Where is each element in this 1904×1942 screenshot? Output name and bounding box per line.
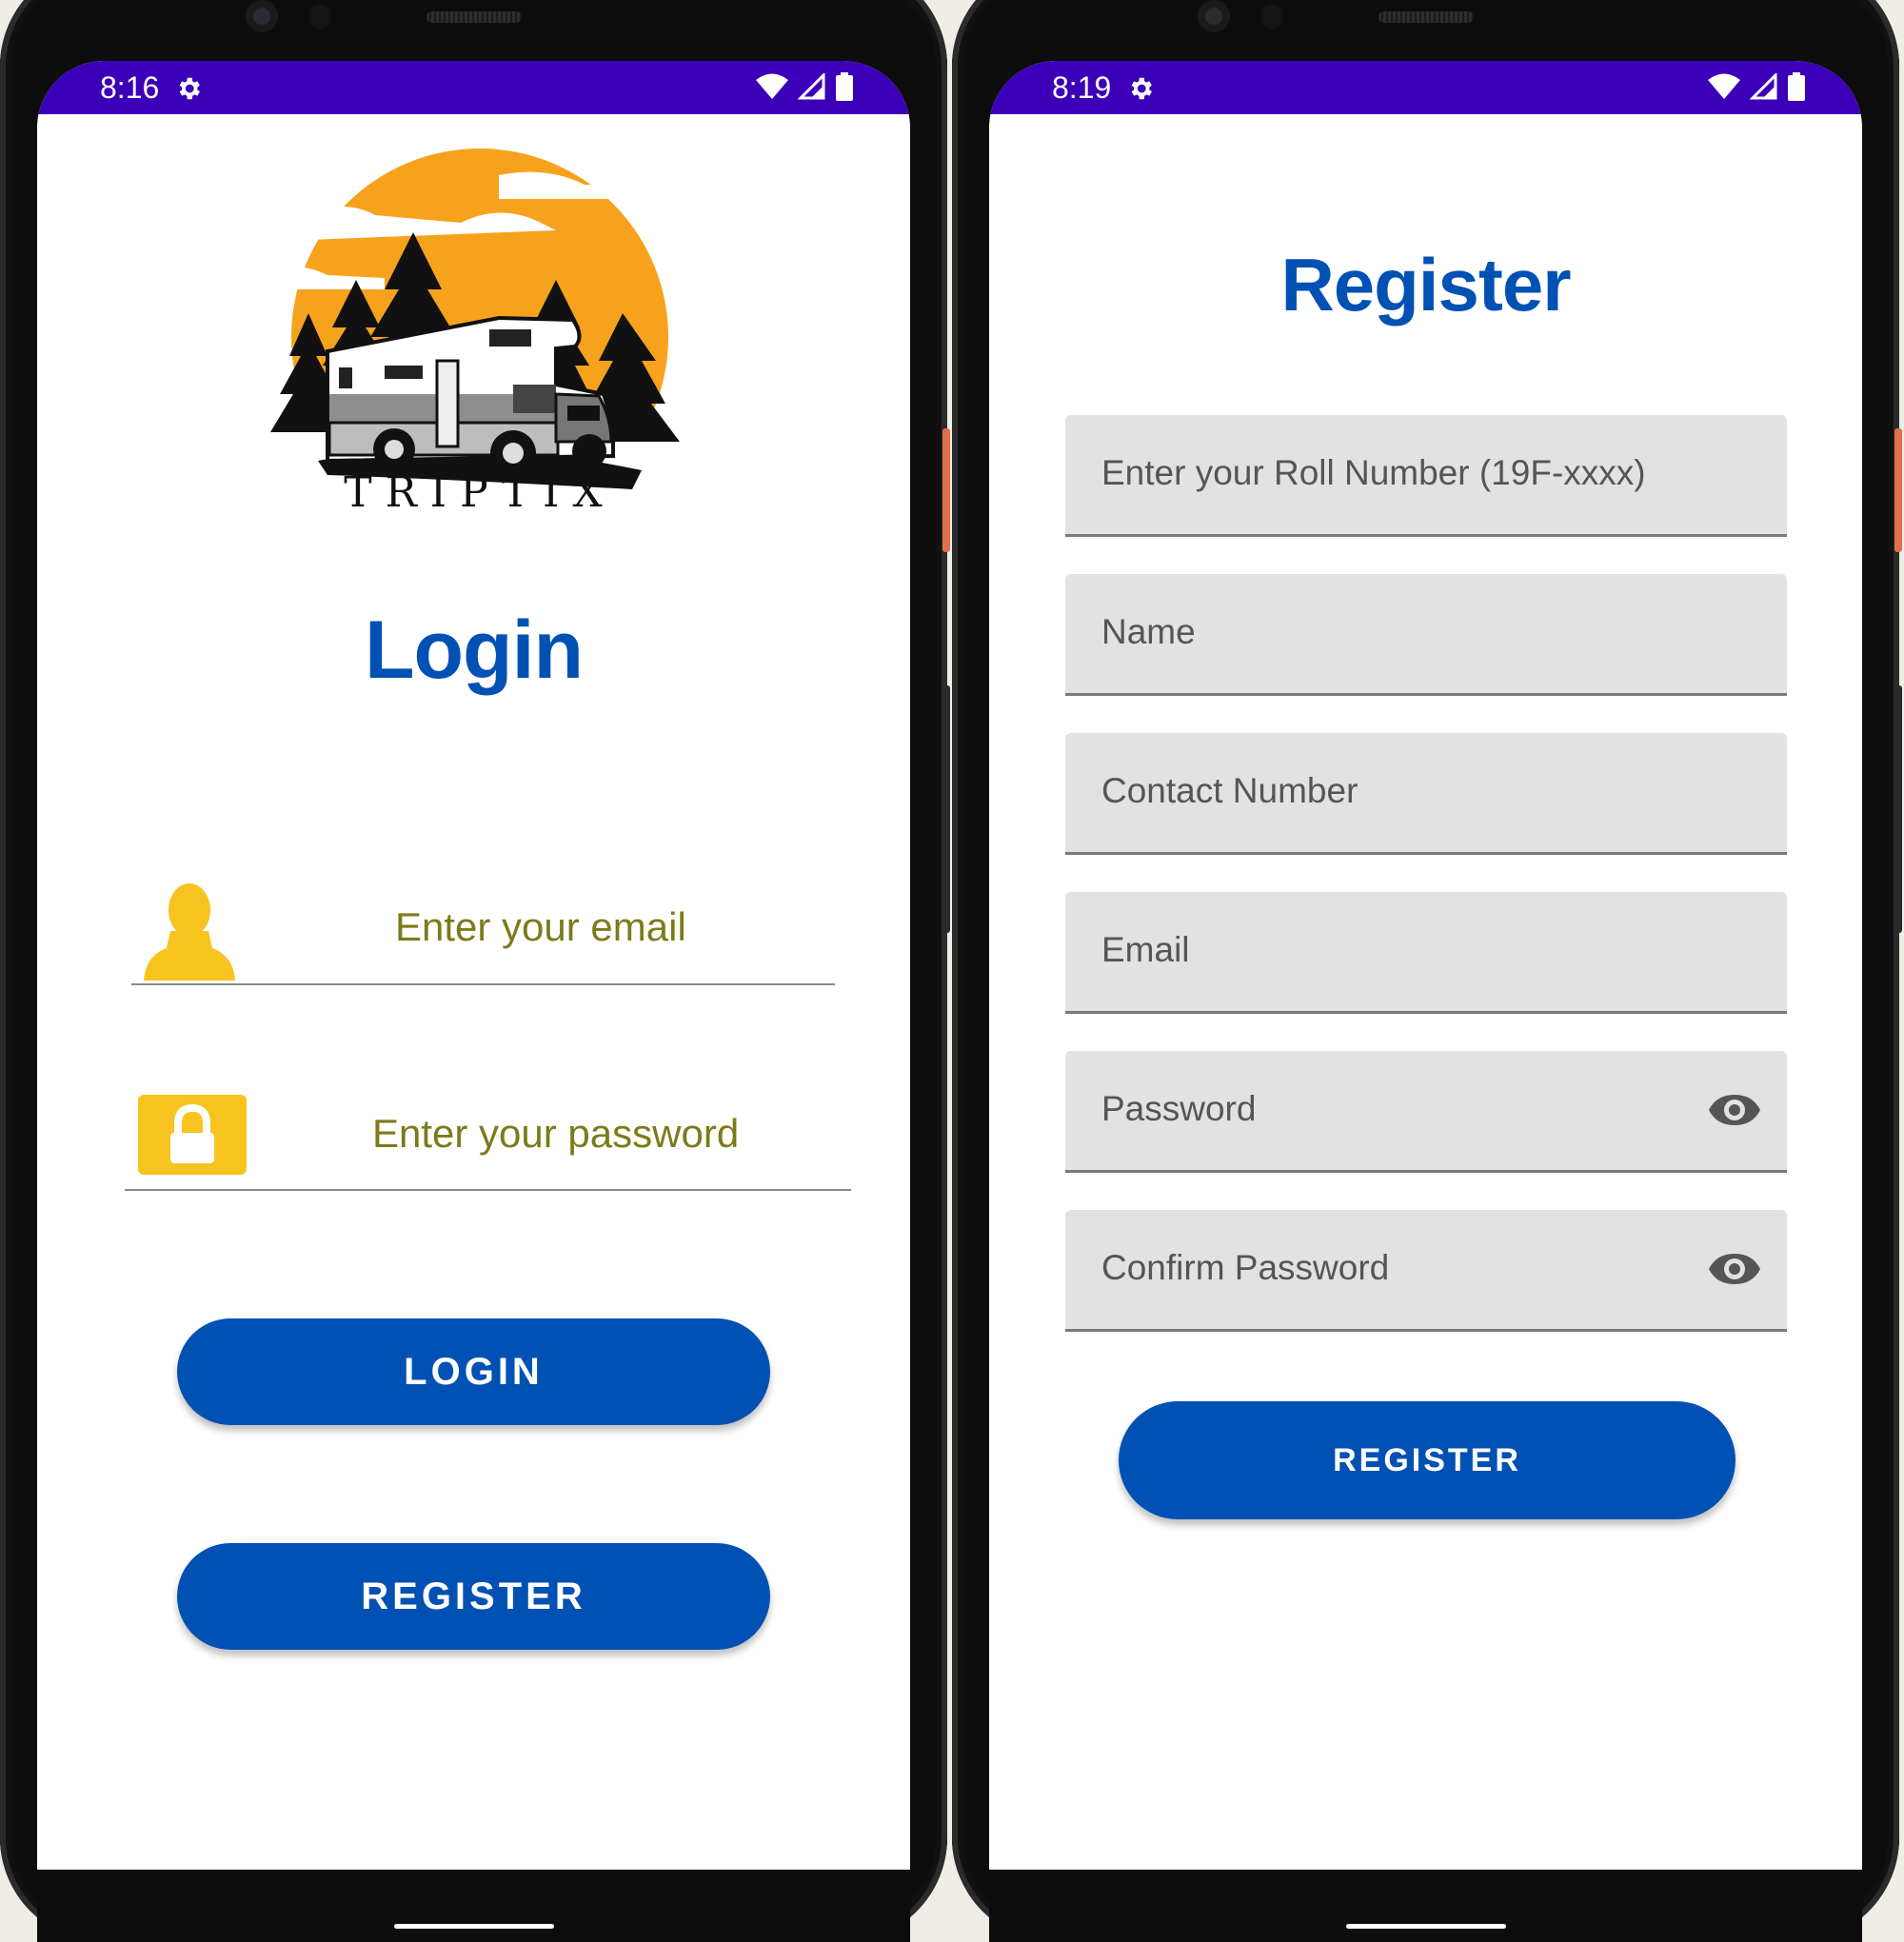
proximity-sensor [1261,4,1282,29]
logo-text: TRIPTIX [344,468,616,517]
page-title: Register [1280,243,1571,327]
navigation-bar [989,1880,1862,1942]
register-button[interactable]: REGISTER [177,1543,770,1650]
contact-number-field[interactable]: Contact Number [1065,733,1787,855]
volume-button [942,685,950,933]
roll-number-placeholder: Enter your Roll Number (19F-xxxx) [1101,453,1646,492]
power-button [942,428,950,552]
login-screen: 8:16 TRIPTIX Login Enter your email Ente… [37,61,910,1870]
gesture-handle[interactable] [1346,1924,1506,1929]
status-time: 8:19 [1052,70,1112,105]
phone-frame-register: 8:19 Register Enter your Roll Number (19… [952,0,1902,1942]
register-button[interactable]: REGISTER [1119,1401,1735,1519]
volume-button [1894,685,1902,933]
password-placeholder: Enter your password [372,1111,740,1156]
email-placeholder: Enter your email [395,904,686,949]
email-field[interactable]: Email [1065,892,1787,1014]
phone-frame-login: 8:16 TRIPTIX Login Enter your email Ente… [0,0,950,1942]
battery-icon [836,72,853,101]
status-bar: 8:19 [989,61,1862,114]
battery-icon [1788,72,1805,101]
eye-icon[interactable] [1709,1089,1760,1131]
register-screen: 8:19 Register Enter your Roll Number (19… [989,61,1862,1870]
contact-number-placeholder: Contact Number [1101,771,1359,810]
navigation-bar [37,1880,910,1942]
wifi-icon [756,73,788,99]
settings-gear-icon [1131,77,1152,100]
roll-number-field[interactable]: Enter your Roll Number (19F-xxxx) [1065,415,1787,537]
front-camera [1198,0,1230,32]
earpiece-speaker [426,11,522,23]
gesture-handle[interactable] [394,1924,554,1929]
power-button [1894,428,1902,552]
user-icon [144,883,235,981]
front-camera [246,0,278,32]
confirm-password-field[interactable]: Confirm Password [1065,1210,1787,1332]
name-field[interactable]: Name [1065,574,1787,696]
earpiece-speaker [1378,11,1474,23]
password-field[interactable]: Password [1065,1051,1787,1173]
name-placeholder: Name [1101,612,1196,651]
email-underline [131,983,835,985]
page-title: Login [364,604,584,696]
signal-icon [1750,73,1777,100]
wifi-icon [1708,73,1740,99]
confirm-password-placeholder: Confirm Password [1101,1248,1390,1287]
email-placeholder: Email [1101,930,1190,969]
status-bar: 8:16 [37,61,910,114]
lock-icon [138,1095,247,1175]
password-placeholder: Password [1101,1089,1257,1128]
proximity-sensor [309,4,330,29]
status-time: 8:16 [100,70,160,105]
settings-gear-icon [179,77,200,100]
signal-icon [798,73,825,100]
eye-icon[interactable] [1709,1248,1760,1290]
password-underline [125,1189,851,1191]
login-button[interactable]: LOGIN [177,1318,770,1425]
